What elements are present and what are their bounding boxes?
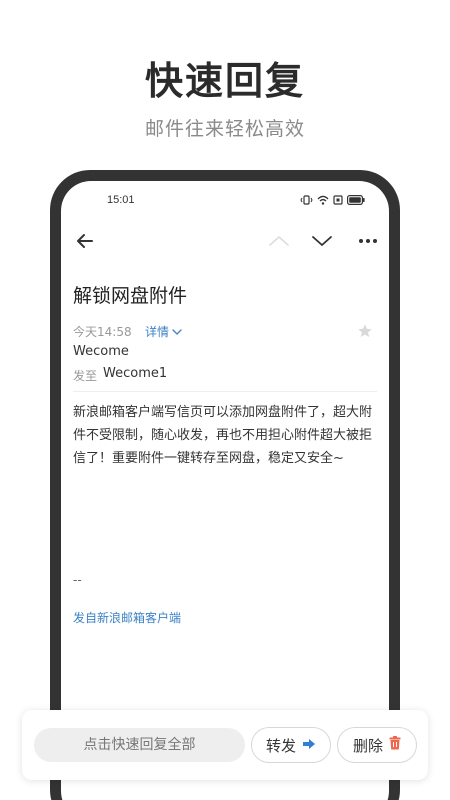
trash-icon <box>389 736 401 754</box>
next-mail-icon[interactable] <box>310 231 334 251</box>
forward-button[interactable]: 转发 <box>251 727 331 763</box>
status-time: 15:01 <box>107 194 135 206</box>
forward-label: 转发 <box>265 736 296 755</box>
mail-recipient: Wecome1 <box>103 366 168 381</box>
battery-icon <box>347 195 365 205</box>
mail-subject: 解锁网盘附件 <box>73 285 188 307</box>
detail-label: 详情 <box>145 325 170 339</box>
back-arrow-icon[interactable] <box>73 229 97 253</box>
vibrate-icon <box>300 195 313 205</box>
promo-subtitle: 邮件往来轻松高效 <box>144 118 305 140</box>
mail-sender: Wecome <box>73 344 129 359</box>
delete-button[interactable]: 删除 <box>337 727 417 763</box>
delete-label: 删除 <box>352 736 383 755</box>
signature-separator: -- <box>73 573 82 587</box>
phone-screen: 15:01 解锁网盘附件 今天14:58 详情 Wecome 发至 Wecome… <box>61 181 389 800</box>
mail-detail-toggle[interactable]: 详情 <box>145 323 182 340</box>
header-divider <box>73 391 377 392</box>
quick-action-bar: 点击快速回复全部 转发 删除 <box>22 710 428 780</box>
signature-link[interactable]: 发自新浪邮箱客户端 <box>73 609 181 626</box>
quick-reply-all-input[interactable]: 点击快速回复全部 <box>34 728 245 762</box>
previous-mail-icon[interactable] <box>267 231 291 251</box>
star-icon[interactable] <box>357 323 373 339</box>
chevron-down-icon <box>172 325 182 339</box>
mail-toolbar <box>61 223 389 259</box>
mail-date: 今天14:58 <box>73 325 132 339</box>
sim-icon <box>333 195 343 205</box>
wifi-icon <box>317 195 329 205</box>
mail-to-label: 发至 <box>73 369 98 383</box>
promo-title: 快速回复 <box>144 59 305 103</box>
forward-arrow-icon <box>302 736 316 754</box>
more-options-icon[interactable] <box>356 231 380 251</box>
mail-body: 新浪邮箱客户端写信页可以添加网盘附件了，超大附件不受限制，随心收发，再也不用担心… <box>73 405 373 466</box>
status-icons <box>300 195 365 205</box>
status-bar: 15:01 <box>61 193 389 211</box>
